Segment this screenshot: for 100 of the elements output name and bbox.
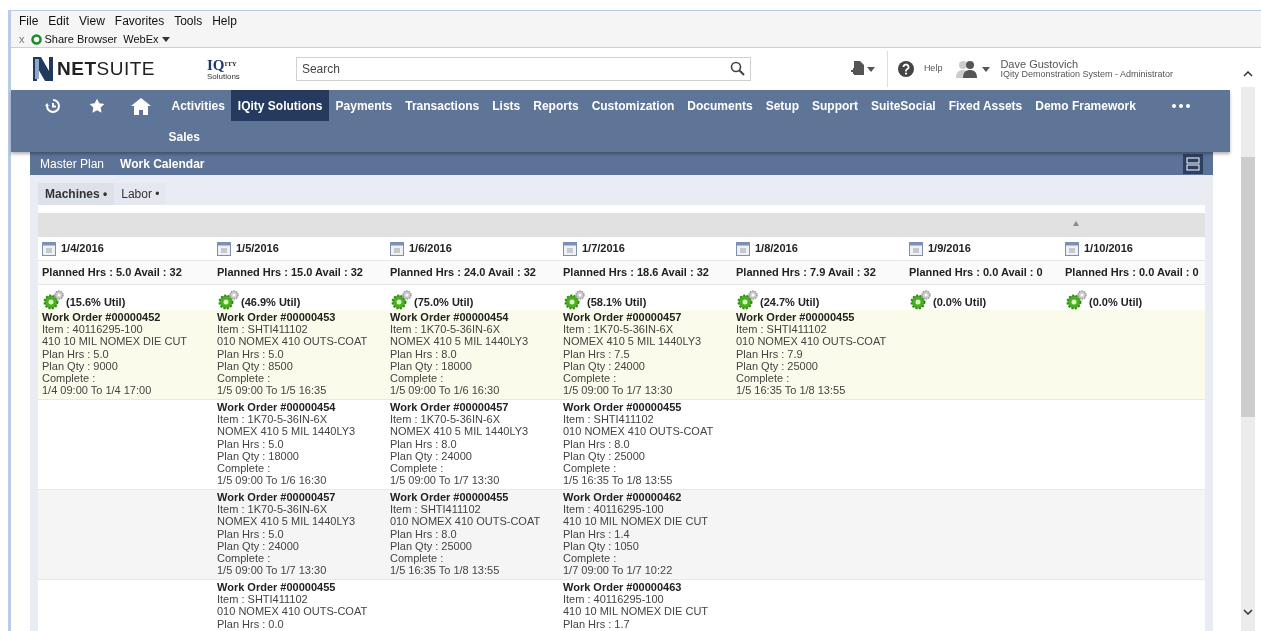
work-order-detail: 1/5 16:35 To 1/8 13:55 [736,384,847,397]
work-order-title[interactable]: Work Order #00000457 [217,491,386,504]
nav-tab[interactable]: Setup [759,90,806,121]
work-order-detail: Complete : [563,462,618,475]
work-order-detail: 1/4 09:00 To 1/4 17:00 [42,384,153,397]
nav-tab[interactable]: Fixed Assets [942,90,1029,121]
menu-item[interactable]: Help [212,12,237,30]
utilization: (0.0% Util) [933,294,987,310]
work-order-detail: Item : 40116295-100 [563,593,665,606]
work-order-detail: 010 NOMEX 410 OUTS-COAT [563,425,715,438]
nav-tab[interactable]: Lists [485,90,527,121]
work-order-detail: 1/5 09:00 To 1/6 16:30 [217,474,328,487]
work-order-detail: 410 10 MIL NOMEX DIE CUT [42,335,189,348]
work-order-detail: Plan Hrs : 5.0 [42,347,110,360]
nav-tab[interactable]: Transactions [398,90,486,121]
work-order-detail: Item : SHTI411102 [217,323,309,336]
nav-tab[interactable]: Support [805,90,865,121]
nav-tab[interactable]: Documents [680,90,760,121]
work-order-detail: Complete : [217,552,272,565]
work-order-detail: Plan Qty : 24000 [563,359,646,372]
menu-item[interactable]: Edit [48,12,70,30]
work-order-detail: Plan Hrs : 7.9 [736,347,804,360]
work-order-detail: Plan Qty : 8500 [217,359,294,372]
work-order-detail: NOMEX 410 5 MIL 1440LY3 [217,425,357,438]
date-label: 1/5/2016 [236,241,279,257]
work-order-detail: Item : 1K70-5-36IN-6X [390,323,502,336]
work-order-detail: 1/5 09:00 To 1/7 13:30 [217,564,328,577]
work-order-detail: NOMEX 410 5 MIL 1440LY3 [390,335,530,348]
work-order-title[interactable]: Work Order #00000455 [390,491,559,504]
work-order-detail: 010 NOMEX 410 OUTS-COAT [736,335,888,348]
toolbar-item[interactable]: Share Browser [44,30,118,48]
work-order-detail: NOMEX 410 5 MIL 1440LY3 [217,515,357,528]
work-order-detail: Complete : [736,372,791,385]
planned-hours: Planned Hrs : 0.0 Avail : 0 [908,265,1044,281]
utilization: (46.9% Util) [241,294,301,310]
work-order-detail: Plan Qty : 25000 [390,539,473,552]
work-order-detail: Plan Qty : 24000 [217,539,300,552]
subtab[interactable]: Master Plan [40,154,105,173]
work-order-detail: Plan Hrs : 5.0 [217,347,285,360]
work-order-title[interactable]: Work Order #00000455 [217,581,386,594]
menu-item[interactable]: File [19,12,39,30]
work-order-title[interactable]: Work Order #00000457 [563,311,732,324]
work-order-title[interactable]: Work Order #00000462 [563,491,732,504]
tab[interactable]: Labor • [114,183,167,205]
help-link[interactable]: Help [923,62,943,76]
work-order-detail: Item : 1K70-5-36IN-6X [217,503,329,516]
work-order-detail: 1/5 16:35 To 1/8 13:55 [563,474,674,487]
work-order-title[interactable]: Work Order #00000455 [736,311,905,324]
date-label: 1/8/2016 [755,241,798,257]
work-order-detail: Complete : [390,462,445,475]
search-field[interactable]: Search [295,57,751,81]
work-order-detail: NOMEX 410 5 MIL 1440LY3 [390,425,530,438]
work-order-detail: 1/5 09:00 To 1/7 13:30 [390,474,501,487]
work-order-detail: 010 NOMEX 410 OUTS-COAT [217,335,369,348]
subtab[interactable]: Work Calendar [120,154,205,173]
work-order-title[interactable]: Work Order #00000463 [563,581,732,594]
work-order-detail: Item : 40116295-100 [563,503,665,516]
utilization: (24.7% Util) [760,294,820,310]
date-label: 1/6/2016 [409,241,452,257]
date-label: 1/4/2016 [61,241,104,257]
work-order-detail: NOMEX 410 5 MIL 1440LY3 [563,335,703,348]
work-order-title[interactable]: Work Order #00000455 [563,401,732,414]
nav-tab[interactable]: IQity Solutions [231,90,330,121]
nav-tab[interactable]: Demo Framework [1028,90,1143,121]
menu-item[interactable]: View [79,12,105,30]
tab[interactable]: Machines • [38,183,115,205]
nav-tab[interactable]: Activities [165,90,232,121]
date-label: 1/10/2016 [1084,241,1133,257]
work-order-detail: Plan Qty : 25000 [736,359,819,372]
work-order-detail: Complete : [42,372,97,385]
work-order-title[interactable]: Work Order #00000453 [217,311,386,324]
nav-tab[interactable]: Sales [160,121,209,152]
work-order-title[interactable]: Work Order #00000457 [390,401,559,414]
work-order-detail: 1/5 09:00 To 1/6 16:30 [390,384,501,397]
work-order-title[interactable]: Work Order #00000454 [217,401,386,414]
nav-tab[interactable]: Customization [585,90,681,121]
work-order-detail: 1/5 16:35 To 1/8 13:55 [390,564,501,577]
work-order-detail: Plan Hrs : 8.0 [390,527,458,540]
planned-hours: Planned Hrs : 5.0 Avail : 32 [41,265,183,281]
work-order-detail: Plan Hrs : 1.4 [563,527,631,540]
menu-item[interactable]: Favorites [114,12,165,30]
work-order-detail: Plan Qty : 24000 [390,449,473,462]
planned-hours: Planned Hrs : 24.0 Avail : 32 [389,265,537,281]
nav-tab[interactable]: SuiteSocial [864,90,943,121]
work-order-detail: Plan Hrs : 8.0 [390,437,458,450]
close-button[interactable]: x [19,30,25,48]
nav-tab[interactable]: Reports [526,90,586,121]
work-order-detail: Item : 1K70-5-36IN-6X [217,413,329,426]
work-order-title[interactable]: Work Order #00000452 [42,311,213,324]
work-order-detail: Item : SHTI411102 [217,593,309,606]
work-order-title[interactable]: Work Order #00000454 [390,311,559,324]
toolbar-item[interactable]: WebEx [123,30,159,48]
work-order-detail: Item : SHTI411102 [736,323,828,336]
work-order-detail: 1/5 09:00 To 1/5 16:35 [217,384,328,397]
nav-tab[interactable]: Payments [329,90,399,121]
work-order-detail: Item : 1K70-5-36IN-6X [563,323,675,336]
work-order-detail: Item : 40116295-100 [42,323,144,336]
menu-item[interactable]: Tools [174,12,203,30]
work-order-detail: Plan Hrs : 8.0 [563,437,631,450]
work-order-detail: Plan Hrs : 7.5 [563,347,631,360]
